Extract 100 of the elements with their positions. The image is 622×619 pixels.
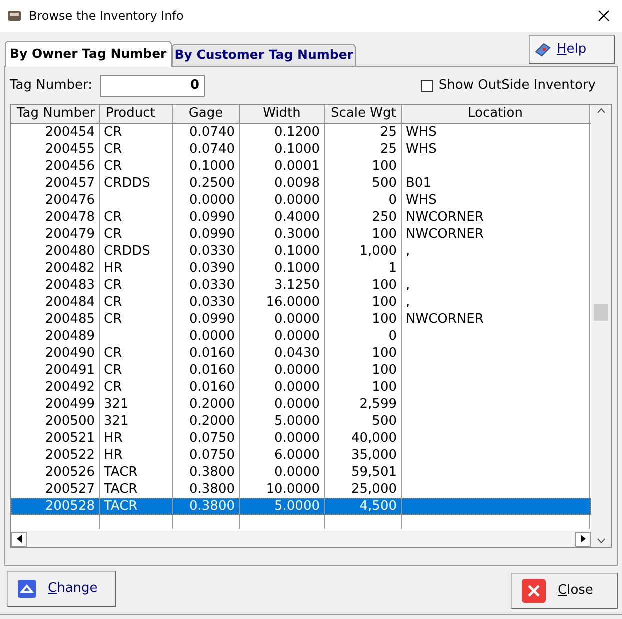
column-header[interactable]: Scale Wgt [325,105,402,123]
table-cell: NWCORNER [406,312,484,327]
table-cell: 200489 [45,329,95,344]
table-cell: 100 [372,312,397,327]
column-header[interactable]: Location [402,105,590,123]
table-row[interactable]: 200492 CR 0.0160 0.0000 100 [11,379,591,396]
close-icon[interactable] [598,10,610,22]
table-cell: 0 [388,329,397,344]
table-cell: 200482 [45,261,95,276]
column-header[interactable]: Product [100,105,173,123]
scroll-up-icon[interactable] [596,108,606,114]
table-row[interactable]: 200476 0.0000 0.0000 0 WHS [11,192,591,209]
table-cell: 0.0160 [190,363,235,378]
table-row[interactable]: 200479 CR 0.0990 0.3000 100 NWCORNER [11,226,591,243]
table-cell: 200526 [45,465,95,480]
table-row[interactable]: 200491 CR 0.0160 0.0000 100 [11,362,591,379]
tag-number-field[interactable]: 0 [100,74,205,96]
table-cell: 200500 [45,414,95,429]
table-cell: 100 [372,227,397,242]
table-row[interactable]: 200526 TACR 0.3800 0.0000 59,501 [11,464,591,481]
table-row[interactable]: 200485 CR 0.0990 0.0000 100 NWCORNER [11,311,591,328]
column-header[interactable]: Gage [173,105,240,123]
table-cell: 0.0160 [190,346,235,361]
table-row[interactable]: 200478 CR 0.0990 0.4000 250 NWCORNER [11,209,591,226]
table-cell: 0.0000 [274,397,320,412]
table-cell: 0.0000 [274,193,320,208]
table-cell: 0.0990 [190,227,235,242]
table-cell: 35,000 [352,448,397,463]
help-button[interactable]: Help [529,35,615,64]
table-cell: 200478 [45,210,95,225]
table-cell: 3.1250 [274,278,320,293]
scrollbar-thumb[interactable] [594,304,608,321]
table-row[interactable]: 200483 CR 0.0330 3.1250 100 , [11,277,591,294]
scroll-down-icon[interactable] [596,538,606,544]
table-cell: 0.1000 [190,159,235,174]
table-cell: 59,501 [352,465,397,480]
column-header[interactable]: Tag Number [11,105,100,123]
table-cell: 25 [380,142,397,157]
table-cell: 25 [380,125,397,140]
table-cell: 0.3800 [190,465,235,480]
table-cell: 200483 [45,278,95,293]
scroll-right-button[interactable] [575,532,591,546]
table-cell: B01 [406,176,432,191]
table-cell: 0.3800 [190,482,235,497]
table-cell: HR [104,448,123,463]
table-cell: 0.0000 [274,465,320,480]
table-cell: 1 [388,261,397,276]
window-title: Browse the Inventory Info [29,8,184,25]
table-cell: 2,599 [360,397,397,412]
table-cell: , [406,244,410,259]
table-row[interactable]: 200454 CR 0.0740 0.1200 25 WHS [11,124,591,141]
table-cell: WHS [406,193,437,208]
tab[interactable]: By Customer Tag Number [172,44,356,66]
table-cell: 200491 [45,363,95,378]
table-cell: CR [104,363,122,378]
table-row[interactable]: 200490 CR 0.0160 0.0430 100 [11,345,591,362]
table-cell: 200479 [45,227,95,242]
table-cell: NWCORNER [406,210,484,225]
table-cell: 321 [104,397,129,412]
tab[interactable]: By Owner Tag Number [5,41,172,67]
table-cell: 321 [104,414,129,429]
table-row[interactable]: 200480 CRDDS 0.0330 0.1000 1,000 , [11,243,591,260]
table-cell: 0 [388,193,397,208]
table-cell: 100 [372,380,397,395]
table-cell: 0.3000 [274,227,320,242]
table-row[interactable]: 200455 CR 0.0740 0.1000 25 WHS [11,141,591,158]
column-header[interactable]: Width [240,105,325,123]
table-cell: 0.3800 [190,499,235,514]
table-cell: 250 [372,210,397,225]
table-cell: 16.0000 [266,295,320,310]
table-cell: 10.0000 [266,482,320,497]
table-row[interactable]: 200521 HR 0.0750 0.0000 40,000 [11,430,591,447]
table-row[interactable]: 200522 HR 0.0750 6.0000 35,000 [11,447,591,464]
table-row[interactable]: 200500 321 0.2000 5.0000 500 [11,413,591,430]
table-cell: 0.1000 [274,261,320,276]
table-row[interactable]: 200484 CR 0.0330 16.0000 100 , [11,294,591,311]
table-row[interactable]: 200528 TACR 0.3800 5.0000 4,500 [11,498,591,515]
close-button[interactable]: Close [511,573,618,609]
checkbox[interactable] [420,80,433,92]
table-cell: 0.0990 [190,312,235,327]
table-cell: 0.0750 [190,431,235,446]
table-cell: CR [104,125,122,140]
table-row[interactable]: 200489 0.0000 0.0000 0 [11,328,591,345]
scroll-left-button[interactable] [11,532,27,546]
table-cell: 500 [372,414,397,429]
table-cell: TACR [104,465,138,480]
table-cell: CR [104,227,122,242]
table-cell: NWCORNER [406,227,484,242]
table-cell: 100 [372,159,397,174]
change-button[interactable]: Change [7,571,116,607]
table-cell: 200490 [45,346,95,361]
table-cell: 0.0000 [274,312,320,327]
table-row[interactable]: 200456 CR 0.1000 0.0001 100 [11,158,591,175]
table-cell: 0.4000 [274,210,320,225]
table-cell: 0.0160 [190,380,235,395]
table-row[interactable]: 200482 HR 0.0390 0.1000 1 [11,260,591,277]
table-row[interactable]: 200457 CRDDS 0.2500 0.0098 500 B01 [11,175,591,192]
table-cell: 5.0000 [274,499,320,514]
table-row[interactable]: 200499 321 0.2000 0.0000 2,599 [11,396,591,413]
table-cell: WHS [406,142,437,157]
